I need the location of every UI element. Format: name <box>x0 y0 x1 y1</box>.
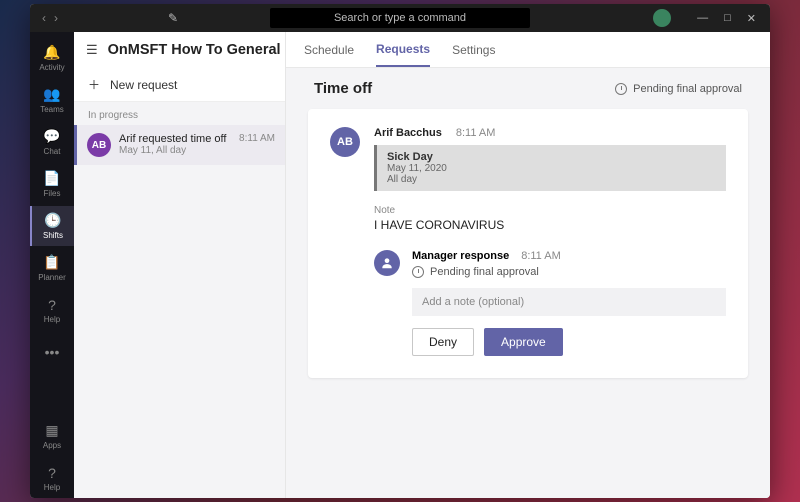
files-icon: 📄 <box>43 170 60 187</box>
rail-planner[interactable]: 📋 Planner <box>30 248 74 288</box>
rail-shifts[interactable]: 🕒 Shifts <box>30 206 74 246</box>
requester-name: Arif Bacchus <box>374 127 442 139</box>
planner-icon: 📋 <box>43 254 60 271</box>
rail-label: Files <box>44 189 61 198</box>
rail-label: Help <box>44 483 60 492</box>
rail-activity[interactable]: 🔔 Activity <box>30 38 74 78</box>
manager-time: 8:11 AM <box>521 250 561 262</box>
clock-icon <box>412 266 424 278</box>
teams-icon: 👥 <box>43 86 60 103</box>
app-body: 🔔 Activity 👥 Teams 💬 Chat 📄 Files 🕒 Shifts 📋 P… <box>30 32 770 498</box>
action-buttons: Deny Approve <box>412 328 726 356</box>
manager-block: Manager response 8:11 AM Pending final a… <box>374 250 726 356</box>
shifts-icon: 🕒 <box>44 212 61 229</box>
close-icon[interactable]: ✕ <box>747 12 756 25</box>
chat-icon: 💬 <box>43 128 60 145</box>
rail-more[interactable]: ••• <box>30 332 74 372</box>
deny-button[interactable]: Deny <box>412 328 474 356</box>
new-request-label: New request <box>110 78 177 92</box>
section-label: In progress <box>74 102 285 125</box>
status-badge: Pending final approval <box>615 83 742 95</box>
hamburger-icon[interactable]: ☰ <box>86 42 98 58</box>
manager-response-label: Manager response <box>412 250 509 262</box>
new-request-button[interactable]: ＋ New request <box>74 68 285 102</box>
request-text: Arif requested time off May 11, All day <box>119 133 231 157</box>
request-details: Sick Day May 11, 2020 All day <box>374 145 726 191</box>
note-label: Note <box>374 205 726 216</box>
request-title: Arif requested time off <box>119 133 231 145</box>
rail-help-top[interactable]: ? Help <box>30 290 74 330</box>
manager-note-input[interactable] <box>412 288 726 316</box>
titlebar: ‹ › ✎ Search or type a command — □ ✕ <box>30 4 770 32</box>
team-title: OnMSFT How To General <box>108 42 281 58</box>
page-title: Time off <box>314 80 372 97</box>
status-text: Pending final approval <box>633 83 742 95</box>
person-icon <box>380 256 394 270</box>
tab-settings[interactable]: Settings <box>452 32 495 67</box>
help-icon: ? <box>48 465 56 481</box>
nav-buttons: ‹ › <box>30 11 58 25</box>
rail-label: Shifts <box>43 231 63 240</box>
avatar: AB <box>87 133 111 157</box>
left-pane-header: ☰ OnMSFT How To General <box>74 32 285 68</box>
bell-icon: 🔔 <box>43 44 60 61</box>
left-pane: ☰ OnMSFT How To General ＋ New request In… <box>74 32 286 498</box>
manager-status: Pending final approval <box>412 266 726 278</box>
rail-files[interactable]: 📄 Files <box>30 164 74 204</box>
help-icon: ? <box>48 297 56 313</box>
request-card: AB Arif Bacchus 8:11 AM Sick Day May 11,… <box>308 109 748 378</box>
request-duration: All day <box>387 174 716 185</box>
compose-icon[interactable]: ✎ <box>168 11 178 25</box>
rail-label: Chat <box>44 147 61 156</box>
manager-avatar <box>374 250 400 276</box>
requester-avatar: AB <box>330 127 360 157</box>
tab-requests[interactable]: Requests <box>376 32 430 67</box>
approve-button[interactable]: Approve <box>484 328 563 356</box>
request-time: 8:11 AM <box>239 133 275 157</box>
manager-status-text: Pending final approval <box>430 266 539 278</box>
clock-icon <box>615 83 627 95</box>
rail-label: Activity <box>39 63 64 72</box>
maximize-icon[interactable]: □ <box>724 12 731 24</box>
request-subtitle: May 11, All day <box>119 145 231 156</box>
minimize-icon[interactable]: — <box>697 12 708 24</box>
window-controls: — □ ✕ <box>653 9 770 27</box>
tab-schedule[interactable]: Schedule <box>304 32 354 67</box>
forward-icon[interactable]: › <box>54 11 58 25</box>
rail-teams[interactable]: 👥 Teams <box>30 80 74 120</box>
request-list-item[interactable]: AB Arif requested time off May 11, All d… <box>74 125 285 165</box>
note-text: I HAVE CORONAVIRUS <box>374 218 726 232</box>
request-reason: Sick Day <box>387 151 716 163</box>
rail-apps[interactable]: ▦ Apps <box>30 416 74 456</box>
request-date: May 11, 2020 <box>387 163 716 174</box>
rail-chat[interactable]: 💬 Chat <box>30 122 74 162</box>
search-input[interactable]: Search or type a command <box>270 8 530 28</box>
rail-label: Help <box>44 315 60 324</box>
more-icon: ••• <box>45 344 60 360</box>
back-icon[interactable]: ‹ <box>42 11 46 25</box>
rail-label: Apps <box>43 441 61 450</box>
current-user-avatar[interactable] <box>653 9 671 27</box>
main-header: Time off Pending final approval <box>286 68 770 109</box>
app-rail: 🔔 Activity 👥 Teams 💬 Chat 📄 Files 🕒 Shifts 📋 P… <box>30 32 74 498</box>
rail-label: Planner <box>38 273 66 282</box>
requester-time: 8:11 AM <box>456 127 496 139</box>
rail-help-bottom[interactable]: ? Help <box>30 458 74 498</box>
plus-icon: ＋ <box>88 76 100 93</box>
apps-icon: ▦ <box>45 422 58 439</box>
tabbar: Schedule Requests Settings <box>286 32 770 68</box>
main-pane: Schedule Requests Settings Time off Pend… <box>286 32 770 498</box>
app-window: ‹ › ✎ Search or type a command — □ ✕ 🔔 Ac… <box>30 4 770 498</box>
rail-label: Teams <box>40 105 64 114</box>
